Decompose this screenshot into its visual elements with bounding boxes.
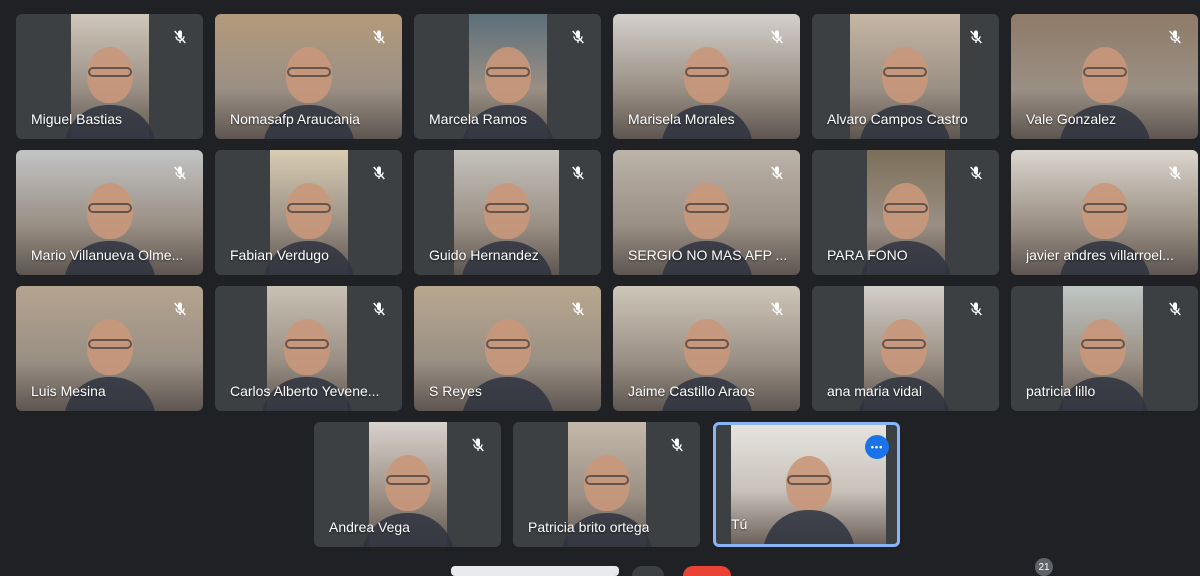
glasses-shape <box>287 202 331 213</box>
self-video <box>731 425 886 544</box>
mic-off-icon <box>1162 24 1188 50</box>
participant-name: Marcela Ramos <box>429 111 528 127</box>
participant-name: Andrea Vega <box>329 519 410 535</box>
participant-name: Luis Mesina <box>31 383 106 399</box>
glasses-shape <box>882 338 926 349</box>
participant-name: Alvaro Campos Castro <box>827 111 968 127</box>
participant-tile[interactable]: Vale Gonzalez <box>1011 14 1198 139</box>
glasses-shape <box>786 474 831 485</box>
participant-name: Patricia brito ortega <box>528 519 650 535</box>
mic-off-icon <box>366 160 392 186</box>
glasses-shape <box>386 474 430 485</box>
participant-body <box>762 510 855 544</box>
mic-off-icon <box>366 24 392 50</box>
mic-off-icon <box>764 24 790 50</box>
glasses-shape <box>484 202 529 213</box>
participant-name: ana maria vidal <box>827 383 922 399</box>
participant-tile[interactable]: Fabian Verdugo <box>215 150 402 275</box>
mic-off-icon <box>963 160 989 186</box>
participant-name: Mario Villanueva Olme... <box>31 247 184 263</box>
present-button[interactable] <box>451 566 619 576</box>
glasses-shape <box>285 338 329 349</box>
mic-off-icon <box>565 24 591 50</box>
mic-off-icon <box>963 296 989 322</box>
mic-off-icon <box>963 24 989 50</box>
glasses-shape <box>684 338 729 349</box>
participant-tile[interactable]: Luis Mesina <box>16 286 203 411</box>
participant-name: javier andres villarroel... <box>1026 247 1174 263</box>
participant-grid: Miguel Bastias Nomasafp Araucania Marcela … <box>0 0 1200 560</box>
glasses-shape <box>883 66 927 77</box>
participant-name: Marisela Morales <box>628 111 735 127</box>
participant-tile[interactable]: Marcela Ramos <box>414 14 601 139</box>
mic-off-icon <box>167 160 193 186</box>
glasses-shape <box>1082 202 1127 213</box>
glasses-shape <box>684 202 729 213</box>
participant-name: Carlos Alberto Yevene... <box>230 383 380 399</box>
glasses-shape <box>1081 338 1125 349</box>
self-tile[interactable]: ••• Tú <box>713 422 900 547</box>
glasses-shape <box>1082 66 1127 77</box>
participant-tile[interactable]: Patricia brito ortega <box>513 422 700 547</box>
mic-off-icon <box>366 296 392 322</box>
mic-off-icon <box>565 296 591 322</box>
participant-tile[interactable]: patricia lillo <box>1011 286 1198 411</box>
glasses-shape <box>88 66 132 77</box>
glasses-shape <box>286 66 331 77</box>
self-name: Tú <box>731 516 748 532</box>
participant-tile[interactable]: Guido Hernandez <box>414 150 601 275</box>
mic-button[interactable] <box>632 566 664 576</box>
participant-name: Fabian Verdugo <box>230 247 329 263</box>
glasses-shape <box>87 202 132 213</box>
participant-tile[interactable]: Andrea Vega <box>314 422 501 547</box>
participant-name: Nomasafp Araucania <box>230 111 360 127</box>
glasses-shape <box>585 474 629 485</box>
participant-tile[interactable]: PARA FONO <box>812 150 999 275</box>
participant-tile[interactable]: Alvaro Campos Castro <box>812 14 999 139</box>
participant-name: Jaime Castillo Araos <box>628 383 755 399</box>
mic-off-icon <box>764 160 790 186</box>
mic-off-icon <box>167 24 193 50</box>
participant-name: SERGIO NO MAS AFP ... <box>628 247 788 263</box>
participant-name: Guido Hernandez <box>429 247 539 263</box>
participant-name: Vale Gonzalez <box>1026 111 1117 127</box>
glasses-shape <box>485 338 530 349</box>
participant-name: patricia lillo <box>1026 383 1096 399</box>
mic-off-icon <box>167 296 193 322</box>
participant-tile[interactable]: Mario Villanueva Olme... <box>16 150 203 275</box>
more-options-icon[interactable]: ••• <box>865 435 889 459</box>
glasses-shape <box>486 66 530 77</box>
participant-name: S Reyes <box>429 383 482 399</box>
participant-tile[interactable]: S Reyes <box>414 286 601 411</box>
participant-tile[interactable]: Nomasafp Araucania <box>215 14 402 139</box>
mic-off-icon <box>664 432 690 458</box>
glasses-shape <box>87 338 132 349</box>
participant-name: PARA FONO <box>827 247 908 263</box>
participant-count-badge[interactable]: 21 <box>1035 558 1053 576</box>
mic-off-icon <box>565 160 591 186</box>
participant-tile[interactable]: Miguel Bastias <box>16 14 203 139</box>
glasses-shape <box>684 66 729 77</box>
participant-tile[interactable]: Marisela Morales <box>613 14 800 139</box>
mic-off-icon <box>465 432 491 458</box>
mic-off-icon <box>1162 160 1188 186</box>
participant-tile[interactable]: javier andres villarroel... <box>1011 150 1198 275</box>
glasses-shape <box>884 202 928 213</box>
participant-name: Miguel Bastias <box>31 111 123 127</box>
participant-tile[interactable]: Carlos Alberto Yevene... <box>215 286 402 411</box>
participant-tile[interactable]: ana maria vidal <box>812 286 999 411</box>
mic-off-icon <box>1162 296 1188 322</box>
participant-tile[interactable]: Jaime Castillo Araos <box>613 286 800 411</box>
mic-off-icon <box>764 296 790 322</box>
participant-tile[interactable]: SERGIO NO MAS AFP ... <box>613 150 800 275</box>
leave-call-button[interactable] <box>683 566 731 576</box>
